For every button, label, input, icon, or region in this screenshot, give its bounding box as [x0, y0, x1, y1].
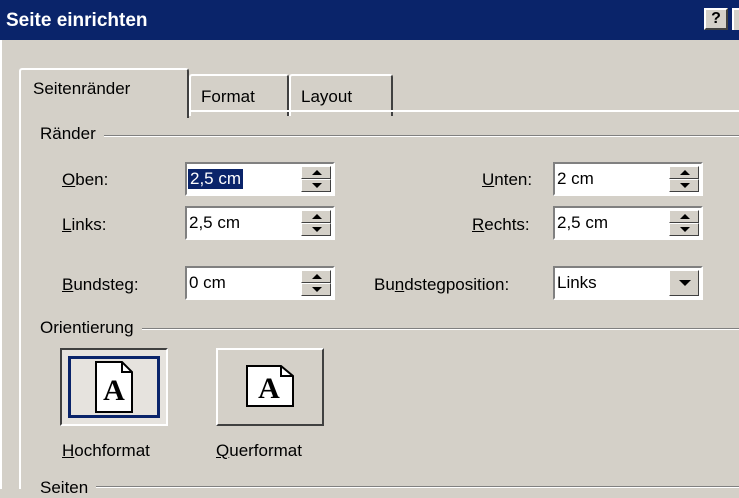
- right-margin-spin-buttons[interactable]: [669, 210, 699, 236]
- page-setup-dialog: Seite einrichten ? Seitenränder Format L…: [0, 0, 739, 498]
- left-margin-spinner[interactable]: 2,5 cm: [185, 206, 335, 240]
- tab-seitenraender[interactable]: Seitenränder: [19, 68, 189, 118]
- gutter-label: Bundsteg:: [62, 275, 139, 294]
- bottom-margin-label: Unten:: [482, 170, 533, 189]
- top-margin-value[interactable]: 2,5 cm: [188, 169, 244, 189]
- help-button[interactable]: ?: [704, 8, 728, 30]
- left-margin-spin-buttons[interactable]: [301, 210, 331, 236]
- spin-down-arrow-icon: [680, 183, 690, 188]
- gutter-value[interactable]: 0 cm: [189, 273, 226, 293]
- spin-up-button[interactable]: [669, 210, 699, 223]
- portrait-glyph: A: [103, 374, 125, 407]
- portrait-label: Hochformat: [62, 441, 150, 460]
- gutter-spinner[interactable]: 0 cm: [185, 266, 335, 300]
- spin-up-button[interactable]: [669, 166, 699, 179]
- bottom-margin-value[interactable]: 2 cm: [557, 169, 594, 189]
- window-title: Seite einrichten: [6, 10, 148, 31]
- spin-down-button[interactable]: [301, 179, 331, 192]
- right-margin-label: Rechts:: [472, 215, 530, 234]
- top-margin-spinner[interactable]: 2,5 cm: [185, 162, 335, 196]
- pages-group-rule: [40, 486, 739, 488]
- dropdown-button[interactable]: [669, 270, 699, 296]
- spin-down-button[interactable]: [669, 179, 699, 192]
- spin-up-button[interactable]: [301, 210, 331, 223]
- spin-down-arrow-icon: [680, 227, 690, 232]
- spin-up-arrow-icon: [312, 274, 322, 279]
- spin-up-arrow-icon: [680, 214, 690, 219]
- title-bar: Seite einrichten ?: [0, 0, 739, 40]
- spin-up-arrow-icon: [312, 214, 322, 219]
- spin-down-button[interactable]: [301, 283, 331, 296]
- left-margin-value[interactable]: 2,5 cm: [189, 213, 240, 233]
- spin-down-arrow-icon: [312, 183, 322, 188]
- spin-up-button[interactable]: [301, 270, 331, 283]
- tab-label: Format: [201, 87, 255, 106]
- margins-group-rule: [40, 135, 739, 137]
- spin-down-arrow-icon: [312, 227, 322, 232]
- help-icon: ?: [711, 10, 721, 27]
- top-margin-label: Oben:: [62, 170, 109, 189]
- landscape-label: Querformat: [216, 441, 302, 460]
- page-icon: A: [246, 365, 294, 407]
- close-button[interactable]: [732, 8, 739, 30]
- bottom-margin-spin-buttons[interactable]: [669, 166, 699, 192]
- margins-group-title: Ränder: [40, 124, 104, 144]
- pages-group-title: Seiten: [40, 478, 97, 498]
- portrait-button[interactable]: A: [60, 348, 168, 426]
- gutter-position-select[interactable]: Links: [553, 266, 703, 300]
- window-left-edge: [0, 40, 7, 489]
- right-margin-value[interactable]: 2,5 cm: [557, 213, 608, 233]
- top-margin-spin-buttons[interactable]: [301, 166, 331, 192]
- page-icon: A: [95, 361, 133, 413]
- gutter-position-label: Bundstegposition:: [374, 275, 510, 294]
- spin-up-arrow-icon: [312, 170, 322, 175]
- spin-down-button[interactable]: [301, 223, 331, 236]
- spin-down-arrow-icon: [312, 287, 322, 292]
- gutter-spin-buttons[interactable]: [301, 270, 331, 296]
- spin-up-button[interactable]: [301, 166, 331, 179]
- orientation-group-rule: [40, 328, 739, 330]
- landscape-glyph: A: [258, 372, 280, 405]
- spin-up-arrow-icon: [680, 170, 690, 175]
- left-margin-label: Links:: [62, 215, 107, 234]
- tab-label: Layout: [301, 87, 353, 106]
- tab-label: Seitenränder: [33, 79, 131, 98]
- spin-down-button[interactable]: [669, 223, 699, 236]
- right-margin-spinner[interactable]: 2,5 cm: [553, 206, 703, 240]
- gutter-position-value[interactable]: Links: [557, 273, 597, 293]
- bottom-margin-spinner[interactable]: 2 cm: [553, 162, 703, 196]
- landscape-button[interactable]: A: [216, 348, 324, 426]
- chevron-down-icon: [679, 280, 691, 286]
- orientation-group-title: Orientierung: [40, 318, 142, 338]
